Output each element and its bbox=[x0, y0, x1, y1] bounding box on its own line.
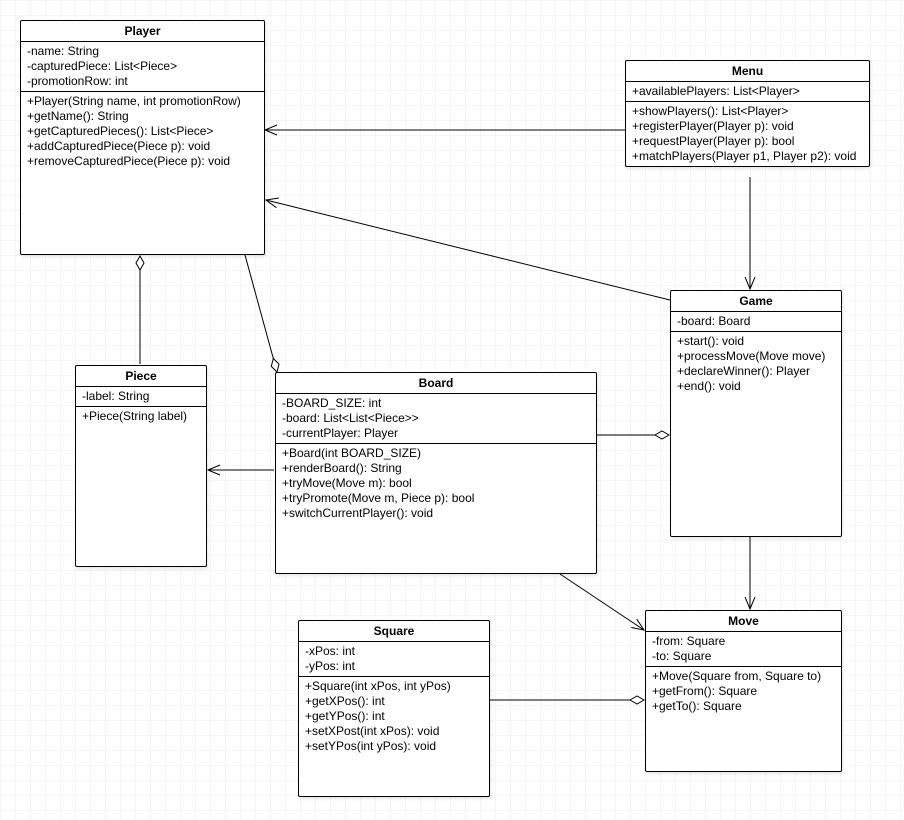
class-methods: +start(): void +processMove(Move move) +… bbox=[671, 332, 841, 396]
class-title: Menu bbox=[626, 61, 869, 82]
class-methods: +showPlayers(): List<Player> +registerPl… bbox=[626, 102, 869, 166]
class-methods: +Square(int xPos, int yPos) +getXPos(): … bbox=[299, 677, 489, 756]
class-attributes: -label: String bbox=[76, 387, 206, 407]
class-methods: +Piece(String label) bbox=[76, 407, 206, 426]
class-methods: +Board(int BOARD_SIZE) +renderBoard(): S… bbox=[276, 444, 596, 523]
class-title: Player bbox=[21, 21, 264, 42]
class-methods: +Move(Square from, Square to) +getFrom()… bbox=[646, 667, 841, 716]
class-title: Board bbox=[276, 373, 596, 394]
class-attributes: +availablePlayers: List<Player> bbox=[626, 82, 869, 102]
class-title: Piece bbox=[76, 366, 206, 387]
class-methods: +Player(String name, int promotionRow) +… bbox=[21, 92, 264, 171]
class-piece[interactable]: Piece -label: String +Piece(String label… bbox=[75, 365, 207, 567]
class-title: Game bbox=[671, 291, 841, 312]
rel-game-player bbox=[266, 200, 670, 300]
class-player[interactable]: Player -name: String -capturedPiece: Lis… bbox=[20, 20, 265, 255]
class-attributes: -from: Square -to: Square bbox=[646, 632, 841, 667]
rel-board-player bbox=[245, 255, 277, 372]
rel-board-move bbox=[560, 574, 644, 630]
class-game[interactable]: Game -board: Board +start(): void +proce… bbox=[670, 290, 842, 537]
class-attributes: -name: String -capturedPiece: List<Piece… bbox=[21, 42, 264, 92]
class-menu[interactable]: Menu +availablePlayers: List<Player> +sh… bbox=[625, 60, 870, 167]
class-attributes: -BOARD_SIZE: int -board: List<List<Piece… bbox=[276, 394, 596, 444]
class-title: Square bbox=[299, 621, 489, 642]
class-attributes: -xPos: int -yPos: int bbox=[299, 642, 489, 677]
class-square[interactable]: Square -xPos: int -yPos: int +Square(int… bbox=[298, 620, 490, 797]
class-move[interactable]: Move -from: Square -to: Square +Move(Squ… bbox=[645, 610, 842, 772]
class-attributes: -board: Board bbox=[671, 312, 841, 332]
class-title: Move bbox=[646, 611, 841, 632]
class-board[interactable]: Board -BOARD_SIZE: int -board: List<List… bbox=[275, 372, 597, 574]
